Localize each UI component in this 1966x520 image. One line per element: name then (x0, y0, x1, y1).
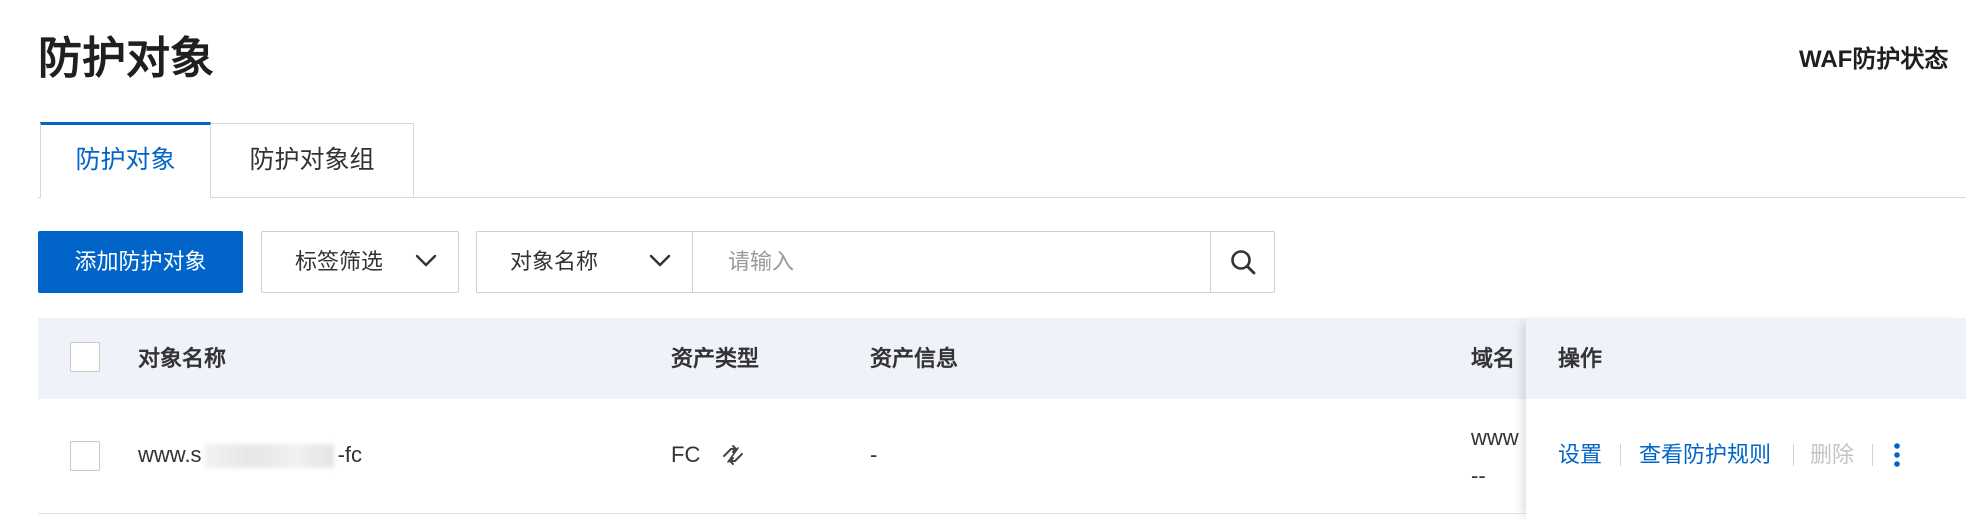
chevron-down-icon (415, 254, 437, 267)
search-field-label: 对象名称 (510, 249, 599, 274)
search-icon (1231, 250, 1256, 275)
search-button[interactable] (1210, 232, 1274, 292)
column-header-asset-type: 资产类型 (671, 346, 760, 371)
settings-link[interactable]: 设置 (1558, 441, 1602, 469)
domain-cell: www -- (1471, 399, 1526, 514)
waf-status-area: WAF防护状态 (1790, 44, 1966, 76)
actions-column: 操作 设置 查看防护规则 删除 (1526, 318, 1966, 520)
object-name-suffix: -fc (337, 442, 363, 467)
domain-line-2: -- (1471, 463, 1486, 488)
action-divider (1793, 444, 1794, 466)
search-field-select[interactable]: 对象名称 (477, 232, 693, 292)
row-checkbox[interactable] (70, 441, 100, 471)
add-protected-object-button[interactable]: 添加防护对象 (38, 231, 243, 293)
search-input[interactable] (693, 232, 1210, 292)
asset-type: FC (671, 442, 701, 467)
domain-line-1: www (1471, 425, 1519, 450)
tab-bar: 防护对象 防护对象组 (38, 122, 1966, 198)
tab-protected-objects[interactable]: 防护对象 (40, 122, 211, 198)
tag-filter-dropdown[interactable]: 标签筛选 (261, 231, 459, 293)
delete-link: 删除 (1810, 442, 1855, 467)
column-header-actions: 操作 (1558, 346, 1603, 371)
column-header-name: 对象名称 (138, 346, 227, 371)
page-title: 防护对象 (38, 34, 214, 83)
actions-column-header: 操作 (1526, 318, 1966, 399)
waf-status-label[interactable]: WAF防护状态 (1799, 44, 1948, 76)
redacted-region (203, 444, 334, 469)
search-group: 对象名称 (476, 231, 1275, 293)
chevron-down-icon (649, 254, 671, 267)
column-header-domain: 域名 (1471, 346, 1516, 371)
object-name-prefix: www.s (138, 442, 202, 467)
view-rules-link[interactable]: 查看防护规则 (1639, 441, 1771, 469)
select-all-checkbox[interactable] (70, 342, 100, 372)
asset-info: - (870, 442, 878, 467)
object-name: www.s -fc (138, 441, 362, 469)
column-header-asset-info: 资产信息 (870, 346, 959, 371)
link-icon[interactable] (719, 441, 747, 469)
action-divider (1620, 444, 1621, 466)
more-vertical-icon[interactable] (1892, 441, 1902, 469)
action-divider (1872, 444, 1873, 466)
tab-protected-object-groups[interactable]: 防护对象组 (211, 123, 414, 197)
tag-filter-label: 标签筛选 (295, 249, 384, 274)
